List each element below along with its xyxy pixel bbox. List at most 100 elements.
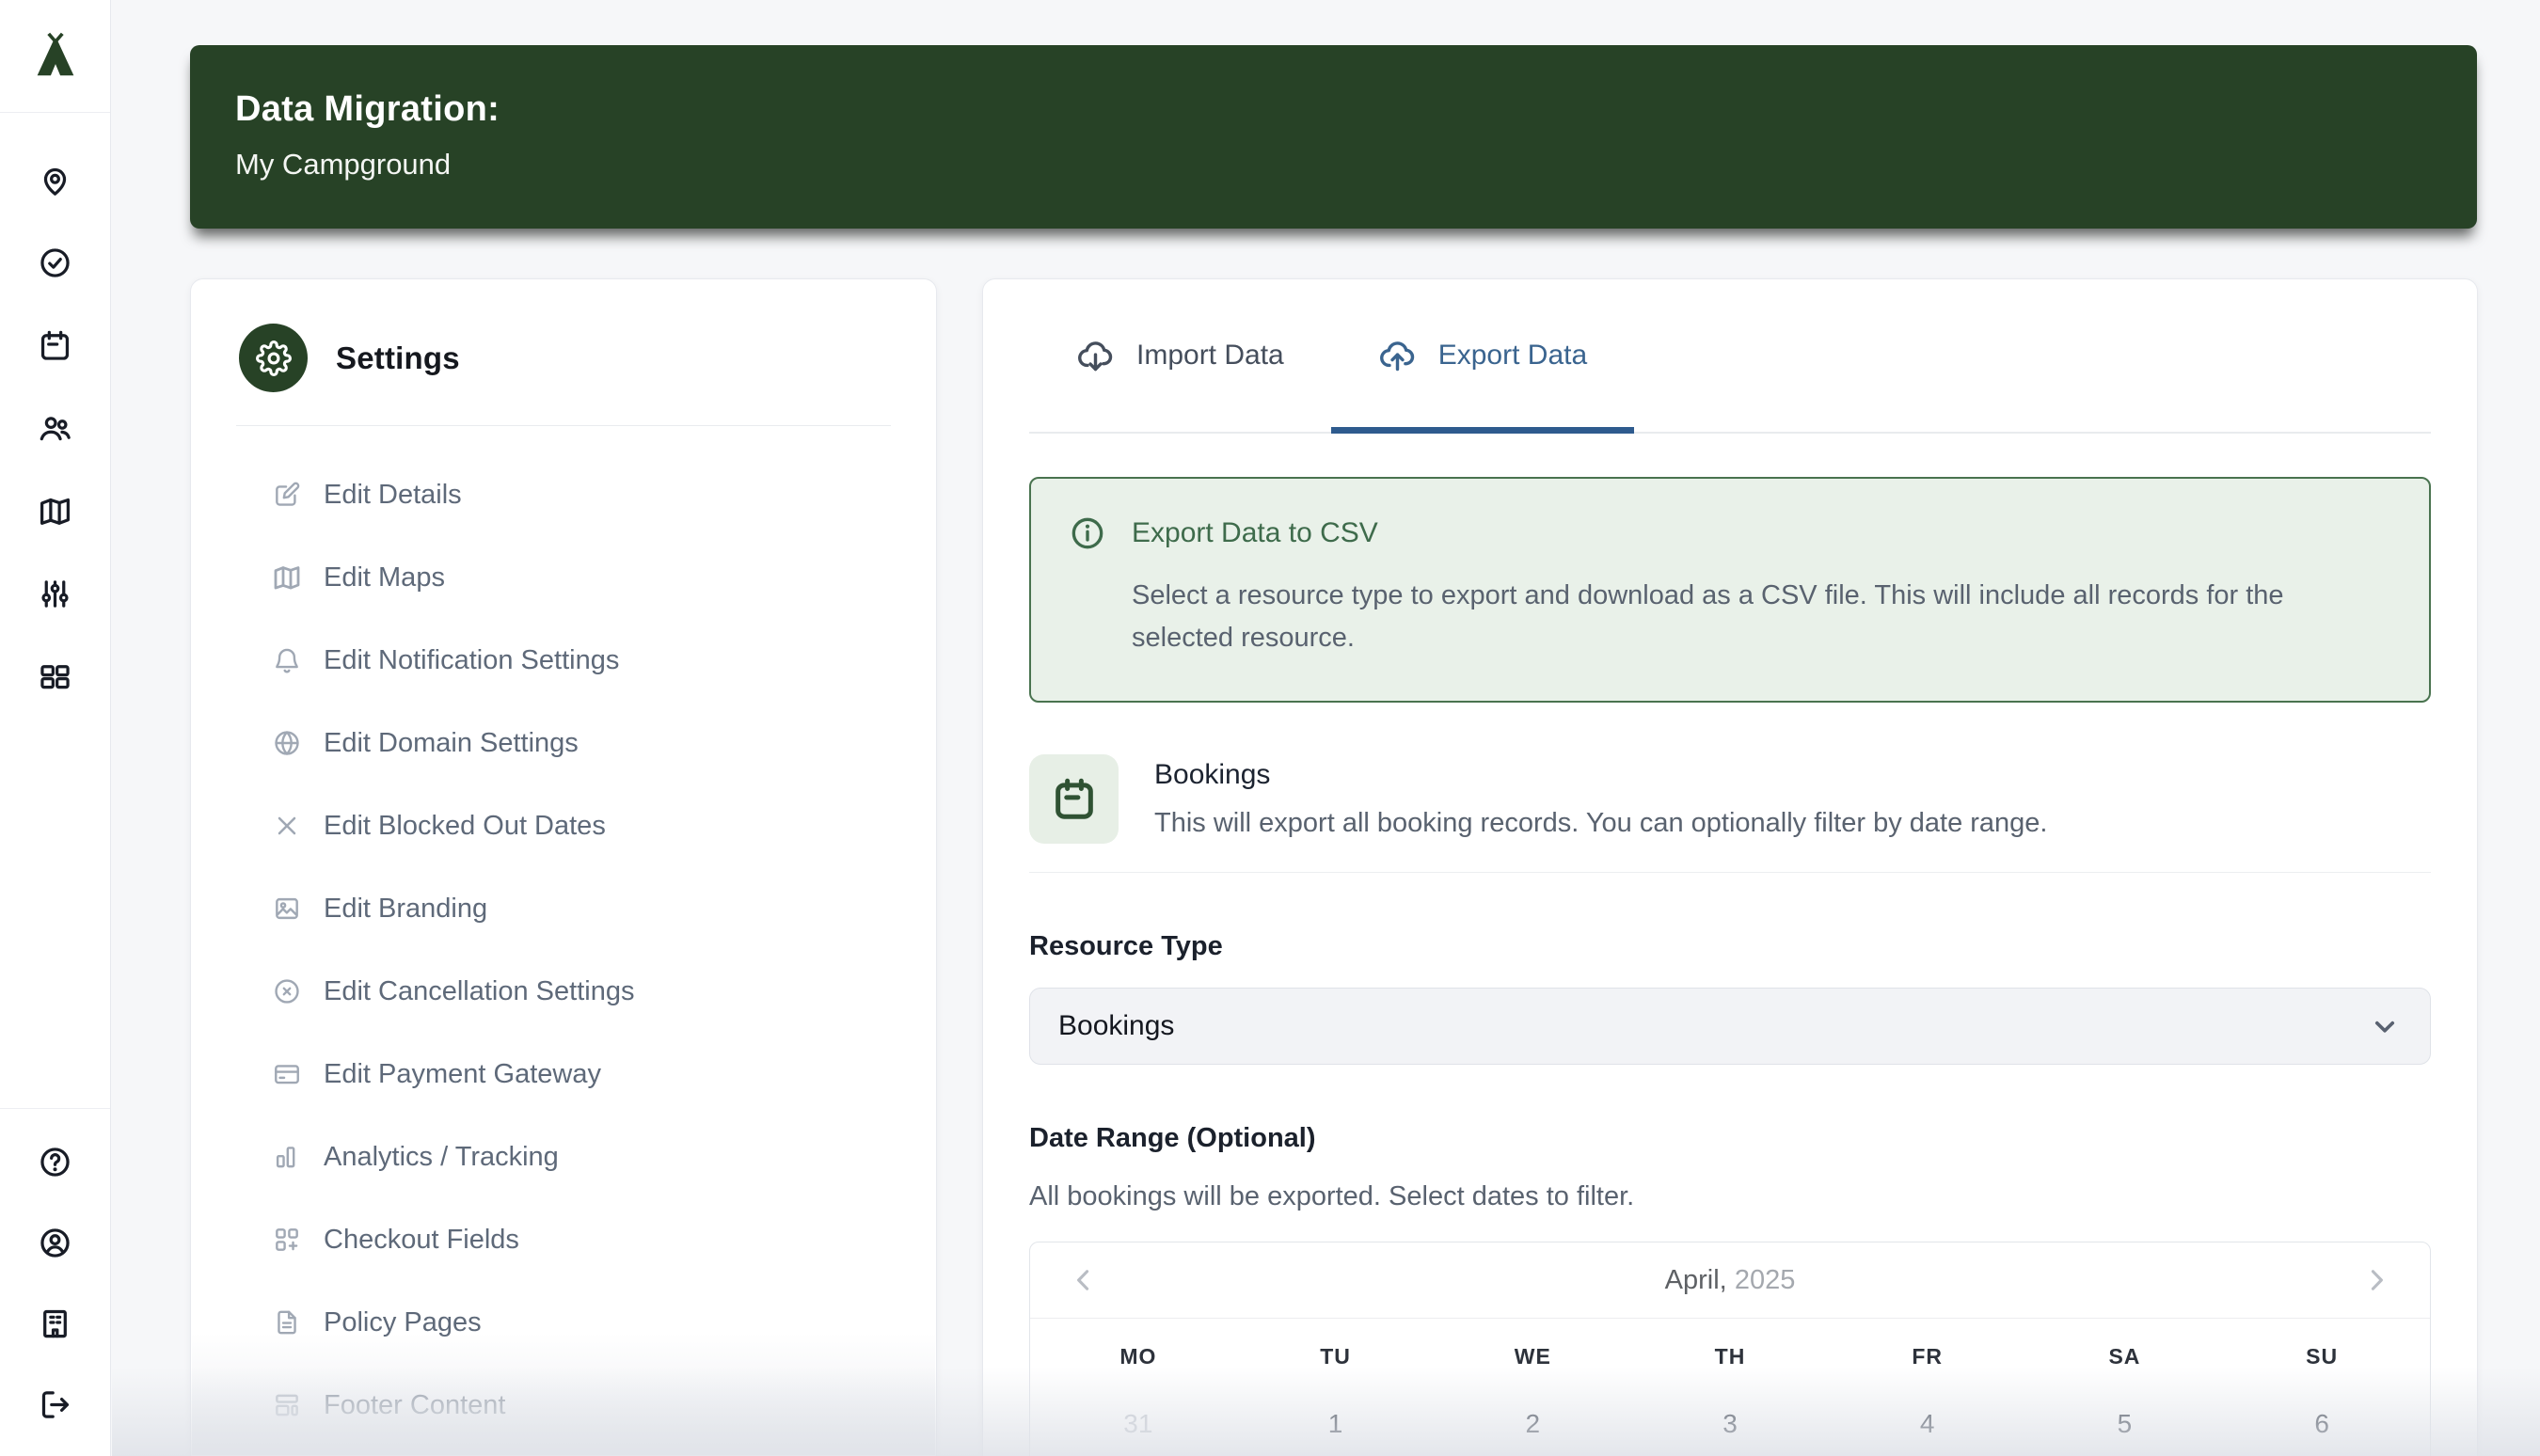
settings-item-edit-notification-settings[interactable]: Edit Notification Settings <box>191 619 936 702</box>
menu-item-label: Checkout Fields <box>324 1225 519 1256</box>
menu-item-label: Edit Blocked Out Dates <box>324 811 606 842</box>
settings-menu: Edit Details Edit Maps Edit Notification… <box>191 426 936 1447</box>
resource-type-label: Resource Type <box>1029 930 2431 962</box>
calendar-day-cell[interactable]: 1 <box>1237 1377 1435 1439</box>
chevron-down-icon <box>2368 1009 2402 1043</box>
info-box-body: Select a resource type to export and dow… <box>1132 575 2391 659</box>
day-header: MO <box>1040 1319 1237 1377</box>
calendar-day-cell[interactable]: 2 <box>1434 1377 1631 1439</box>
calendar-day-headers: MO TU WE TH FR SA SU <box>1030 1319 2430 1377</box>
date-range-label: Date Range (Optional) <box>1029 1122 2431 1154</box>
tent-icon <box>30 31 81 82</box>
date-range-hint: All bookings will be exported. Select da… <box>1029 1179 2431 1213</box>
calendar-day-cell[interactable]: 6 <box>2223 1377 2421 1439</box>
logout-icon[interactable] <box>38 1387 72 1422</box>
day-header: TH <box>1631 1319 1829 1377</box>
banner-title: Data Migration: <box>235 89 2432 129</box>
rail-nav <box>38 113 72 1108</box>
calendar-next-button chevron-right-icon[interactable] <box>2360 1264 2392 1296</box>
app-logo[interactable] <box>0 0 110 113</box>
settings-item-edit-branding[interactable]: Edit Branding <box>191 867 936 950</box>
credit-card-icon <box>272 1059 302 1089</box>
menu-item-label: Edit Maps <box>324 562 445 593</box>
menu-item-label: Policy Pages <box>324 1307 482 1338</box>
calendar-header: April, 2025 <box>1030 1242 2430 1319</box>
info-box-title: Export Data to CSV <box>1132 517 1378 549</box>
menu-item-label: Edit Cancellation Settings <box>324 976 634 1007</box>
settings-item-edit-domain-settings[interactable]: Edit Domain Settings <box>191 702 936 784</box>
settings-item-edit-details[interactable]: Edit Details <box>191 453 936 536</box>
settings-item-edit-payment-gateway[interactable]: Edit Payment Gateway <box>191 1033 936 1116</box>
menu-item-label: Edit Notification Settings <box>324 645 619 676</box>
tab-label: Export Data <box>1438 340 1587 372</box>
calendar-day-cell[interactable]: 3 <box>1631 1377 1829 1439</box>
settings-item-edit-blocked-out-dates[interactable]: Edit Blocked Out Dates <box>191 784 936 867</box>
map-icon[interactable] <box>38 494 72 529</box>
bar-chart-icon <box>272 1142 302 1172</box>
data-migration-banner: Data Migration: My Campground <box>190 45 2477 229</box>
date-range-calendar: April, 2025 MO TU WE TH FR SA SU 31 1 2 … <box>1029 1242 2431 1456</box>
day-header: FR <box>1829 1319 2026 1377</box>
calendar-prev-button chevron-left-icon[interactable] <box>1068 1264 1100 1296</box>
info-box-header: Export Data to CSV <box>1069 514 2391 552</box>
x-icon <box>272 811 302 841</box>
settings-item-edit-maps[interactable]: Edit Maps <box>191 536 936 619</box>
day-header: TU <box>1237 1319 1435 1377</box>
info-icon <box>1069 514 1106 552</box>
sliders-icon[interactable] <box>38 577 72 611</box>
calendar-icon <box>1050 775 1099 824</box>
location-pin-icon[interactable] <box>38 163 72 198</box>
calendar-day-cell[interactable]: 5 <box>2026 1377 2224 1439</box>
resource-summary: Bookings This will export all booking re… <box>1029 754 2431 844</box>
banner-subtitle: My Campground <box>235 148 2432 182</box>
grid-icon[interactable] <box>38 659 72 694</box>
map-icon <box>272 562 302 593</box>
cloud-upload-icon <box>1378 337 1417 375</box>
bell-icon <box>272 645 302 675</box>
calendar-month-title: April, 2025 <box>1665 1265 1796 1296</box>
tab-export-data[interactable]: Export Data <box>1331 279 1634 432</box>
globe-icon <box>272 728 302 758</box>
resource-summary-texts: Bookings This will export all booking re… <box>1154 754 2047 839</box>
data-migration-panel: Import Data Export Data Export Data to C… <box>982 278 2478 1456</box>
calendar-day-cell[interactable]: 31 <box>1040 1377 1237 1439</box>
calendar-year: 2025 <box>1735 1265 1796 1295</box>
export-info-box: Export Data to CSV Select a resource typ… <box>1029 477 2431 703</box>
calendar-day-cell[interactable]: 4 <box>1829 1377 2026 1439</box>
grid-plus-icon <box>272 1225 302 1255</box>
settings-item-edit-cancellation-settings[interactable]: Edit Cancellation Settings <box>191 950 936 1033</box>
x-circle-icon <box>272 976 302 1006</box>
tab-import-data[interactable]: Import Data <box>1029 279 1331 432</box>
settings-item-checkout-fields[interactable]: Checkout Fields <box>191 1198 936 1281</box>
section-divider <box>1029 872 2431 873</box>
clock-check-icon[interactable] <box>38 245 72 280</box>
day-header: SA <box>2026 1319 2224 1377</box>
menu-item-label: Edit Payment Gateway <box>324 1059 601 1090</box>
calendar-week-row: 31 1 2 3 4 5 6 <box>1030 1377 2430 1439</box>
settings-item-policy-pages[interactable]: Policy Pages <box>191 1281 936 1364</box>
tab-bar: Import Data Export Data <box>1029 279 2431 434</box>
settings-item-footer-content[interactable]: Footer Content <box>191 1364 936 1447</box>
gear-icon <box>256 340 292 376</box>
settings-header: Settings <box>191 279 936 392</box>
day-header: SU <box>2223 1319 2421 1377</box>
menu-item-label: Analytics / Tracking <box>324 1142 559 1173</box>
account-circle-icon[interactable] <box>38 1226 72 1260</box>
settings-item-analytics-tracking[interactable]: Analytics / Tracking <box>191 1116 936 1198</box>
menu-item-label: Edit Details <box>324 480 462 511</box>
layout-footer-icon <box>272 1390 302 1420</box>
resource-type-select[interactable]: Bookings <box>1029 988 2431 1065</box>
cloud-download-icon <box>1076 337 1115 375</box>
menu-item-label: Edit Domain Settings <box>324 728 579 759</box>
help-circle-icon[interactable] <box>38 1145 72 1179</box>
app-window: Data Migration: My Campground Settings E… <box>0 0 2540 1456</box>
calendar-icon[interactable] <box>38 328 72 363</box>
users-icon[interactable] <box>38 411 72 446</box>
bookings-icon-tile <box>1029 754 1119 844</box>
image-icon <box>272 894 302 924</box>
building-icon[interactable] <box>38 1306 72 1341</box>
day-header: WE <box>1434 1319 1631 1377</box>
file-text-icon <box>272 1307 302 1337</box>
settings-panel: Settings Edit Details Edit Maps Edit Not… <box>190 278 937 1456</box>
edit-square-icon <box>272 480 302 510</box>
